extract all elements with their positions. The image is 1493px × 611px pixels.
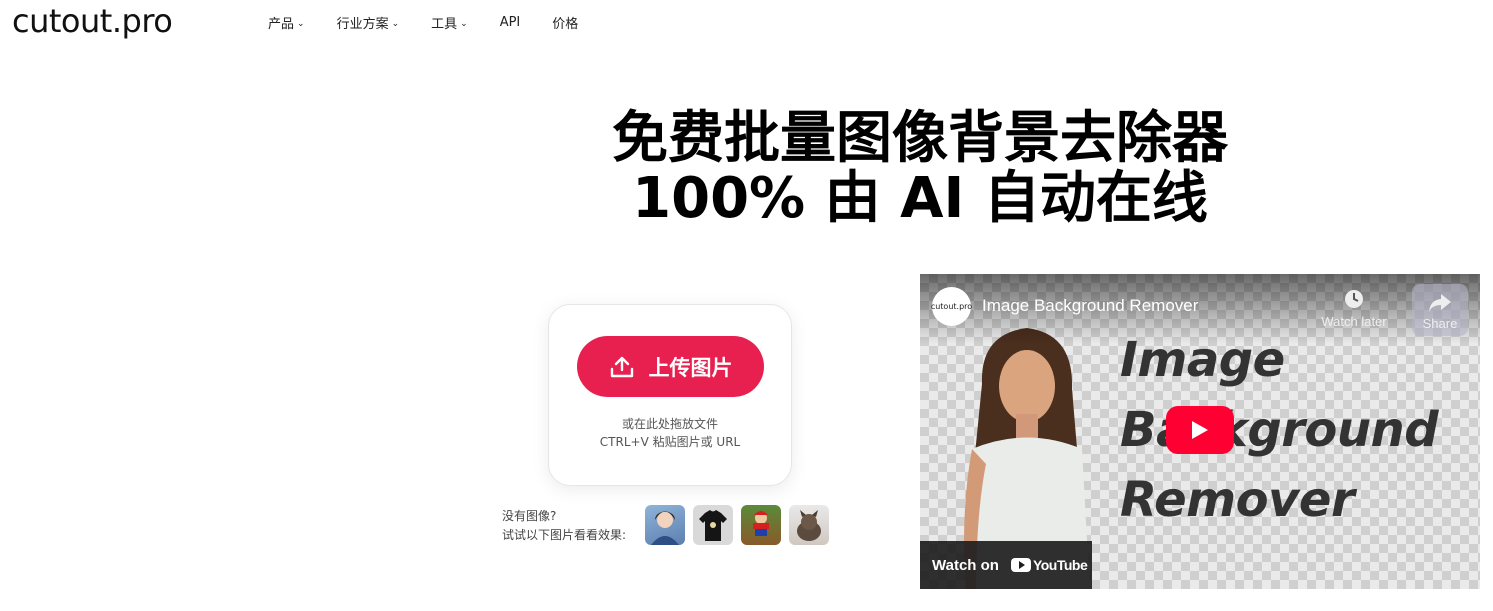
channel-avatar[interactable]: cutout.pro [931,287,972,326]
watch-on-label: Watch on [932,556,999,574]
share-button[interactable]: Share [1412,284,1468,336]
play-icon [1192,421,1208,439]
youtube-video-embed[interactable]: Image Background Remover cutout.pro Imag… [920,274,1480,589]
sample-thumb-figure[interactable] [741,505,781,545]
nav-tools-label: 工具 [431,17,458,32]
play-button[interactable] [1166,406,1234,454]
nav-industry-label: 行业方案 [336,17,389,32]
sample-prompt-line1: 没有图像? [502,509,557,523]
hero-title-line1: 免费批量图像背景去除器 [612,106,1228,171]
watch-on-youtube-link[interactable]: Watch on YouTube [920,541,1092,589]
drop-hint: 或在此处拖放文件 [621,417,718,431]
nav-api-label: API [499,15,521,30]
nav-pricing-label: 价格 [552,17,579,32]
sample-thumbnails [645,505,837,545]
nav-tools[interactable]: 工具 ⌄ [431,13,468,32]
upload-icon [610,356,633,377]
nav-products[interactable]: 产品 ⌄ [268,13,305,32]
clock-icon [1345,290,1363,308]
main-nav: 产品 ⌄ 行业方案 ⌄ 工具 ⌄ API 价格 [268,13,610,32]
nav-api[interactable]: API [500,15,521,30]
sample-thumb-tshirt[interactable] [693,505,733,545]
sample-thumb-puppy[interactable] [789,505,829,545]
video-title[interactable]: Image Background Remover [982,296,1198,316]
chevron-down-icon: ⌄ [391,18,400,29]
chevron-down-icon: ⌄ [297,18,305,29]
cutout-pro-logo[interactable]: cutout.pro [12,2,173,40]
upload-dropzone[interactable]: 上传图片 或在此处拖放文件 CTRL+V 粘贴图片或 URL [548,304,792,486]
thumbnail-text-remover: Remover [1120,472,1355,528]
nav-industry-solutions[interactable]: 行业方案 ⌄ [337,13,400,32]
watch-later-label: Watch later [1321,314,1387,329]
upload-image-button[interactable]: 上传图片 [577,336,764,397]
share-icon [1429,294,1451,312]
nav-products-label: 产品 [268,17,295,32]
upload-button-label: 上传图片 [648,356,733,380]
youtube-logo: YouTube [1010,557,1088,573]
share-label: Share [1422,316,1458,331]
chevron-down-icon: ⌄ [460,18,468,29]
watch-later-button[interactable]: Watch later [1316,288,1392,329]
youtube-label: YouTube [1032,557,1088,573]
hero-title-line2: 100% 由 AI 自动在线 [632,166,1208,231]
sample-thumb-girl[interactable] [645,505,685,545]
youtube-play-icon [1010,558,1031,572]
nav-pricing[interactable]: 价格 [552,13,578,32]
sample-prompt: 没有图像? 试试以下图片看看效果: [502,507,626,545]
paste-hint: CTRL+V 粘贴图片或 URL [599,435,741,449]
sample-prompt-line2: 试试以下图片看看效果: [502,528,627,542]
